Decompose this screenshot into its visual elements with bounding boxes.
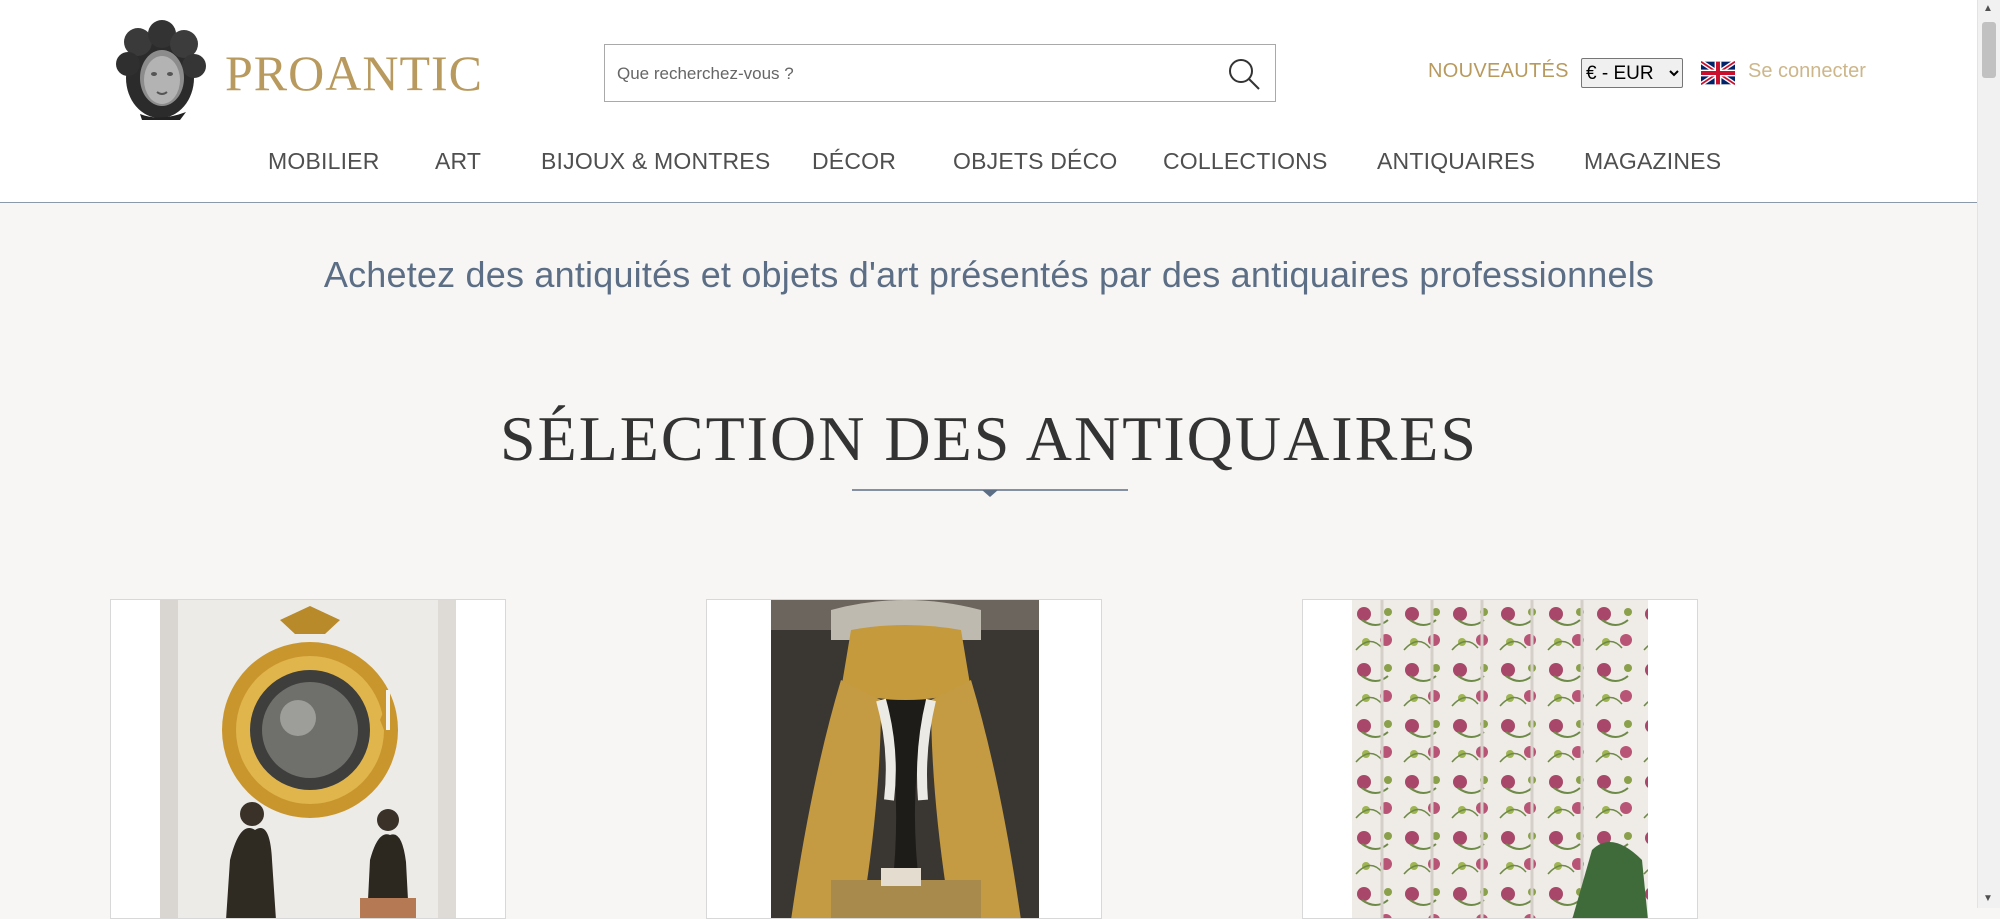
nav-item-bijoux-montres[interactable]: BIJOUX & MONTRES xyxy=(541,148,770,175)
nav-item-mobilier[interactable]: MOBILIER xyxy=(268,148,380,175)
page: PROANTIC NOUVEAUTÉS € - EUR Se connecter… xyxy=(0,0,1978,919)
nouveautes-link[interactable]: NOUVEAUTÉS xyxy=(1428,60,1569,83)
main-nav: MOBILIER ART BIJOUX & MONTRES DÉCOR OBJE… xyxy=(0,148,1978,188)
search-input[interactable] xyxy=(615,55,1199,93)
nav-item-magazines[interactable]: MAGAZINES xyxy=(1584,148,1721,175)
login-link[interactable]: Se connecter xyxy=(1748,60,1866,83)
logo-text[interactable]: PROANTIC xyxy=(225,44,483,102)
nav-item-objets-deco[interactable]: OBJETS DÉCO xyxy=(953,148,1118,175)
product-card-1[interactable] xyxy=(110,599,506,919)
currency-select[interactable]: € - EUR xyxy=(1581,58,1683,88)
search-icon[interactable] xyxy=(1227,57,1261,91)
card-1-image[interactable] xyxy=(160,600,456,919)
nav-item-decor[interactable]: DÉCOR xyxy=(812,148,896,175)
product-card-3[interactable] xyxy=(1302,599,1698,919)
title-divider xyxy=(852,489,1128,497)
page-scrollbar[interactable]: ▲ ▼ xyxy=(1977,0,2000,908)
section-title: SÉLECTION DES ANTIQUAIRES xyxy=(500,403,1478,474)
uk-flag-icon[interactable] xyxy=(1701,61,1735,85)
card-3-image[interactable] xyxy=(1352,600,1648,919)
logo-bust-icon[interactable] xyxy=(110,20,210,122)
nav-item-antiquaires[interactable]: ANTIQUAIRES xyxy=(1377,148,1535,175)
scrollbar-thumb[interactable] xyxy=(1982,22,1996,78)
scroll-up-arrow-icon[interactable]: ▲ xyxy=(1983,4,1993,14)
site-header: PROANTIC NOUVEAUTÉS € - EUR Se connecter… xyxy=(0,0,1978,203)
scroll-down-arrow-icon[interactable]: ▼ xyxy=(1983,894,1993,904)
card-2-image[interactable] xyxy=(771,600,1039,919)
product-card-2[interactable] xyxy=(706,599,1102,919)
nav-item-collections[interactable]: COLLECTIONS xyxy=(1163,148,1328,175)
tagline: Achetez des antiquités et objets d'art p… xyxy=(323,254,1655,295)
nav-item-art[interactable]: ART xyxy=(435,148,481,175)
search-box xyxy=(604,44,1276,102)
